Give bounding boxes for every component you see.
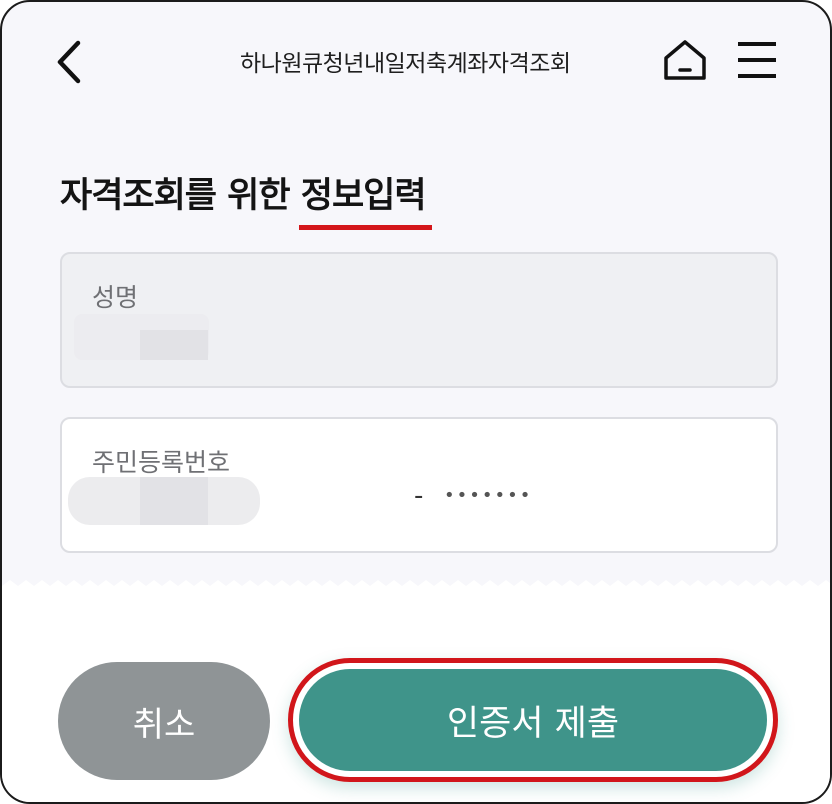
heading-text: 자격조회를 위한 <box>60 176 301 216</box>
name-value-redacted-block <box>140 330 208 360</box>
cancel-button[interactable]: 취소 <box>58 662 270 780</box>
submit-highlight-outline: 인증서 제출 <box>288 658 778 782</box>
header-bar: 하나원큐청년내일저축계좌자격조회 <box>2 2 830 122</box>
hamburger-menu-icon[interactable] <box>736 40 778 80</box>
home-icon[interactable] <box>662 38 708 82</box>
rrn-front-redacted-block <box>140 477 208 525</box>
heading-highlight: 정보입력 <box>298 167 432 230</box>
rrn-field[interactable]: 주민등록번호 - ••••••• <box>60 417 778 553</box>
page-title: 하나원큐청년내일저축계좌자격조회 <box>240 51 571 77</box>
name-field: 성명 <box>60 252 778 388</box>
chevron-left-icon[interactable] <box>52 39 86 85</box>
rrn-separator: - <box>414 481 424 511</box>
app-frame: 하나원큐청년내일저축계좌자격조회 자격조회를 위한 정보입력 성명 주민등록번호… <box>0 0 832 804</box>
name-field-label: 성명 <box>92 283 139 312</box>
submit-certificate-button[interactable]: 인증서 제출 <box>299 669 767 771</box>
rrn-back-masked[interactable]: ••••••• <box>444 485 532 506</box>
rrn-field-label: 주민등록번호 <box>92 448 231 477</box>
section-heading: 자격조회를 위한 정보입력 <box>60 167 432 230</box>
